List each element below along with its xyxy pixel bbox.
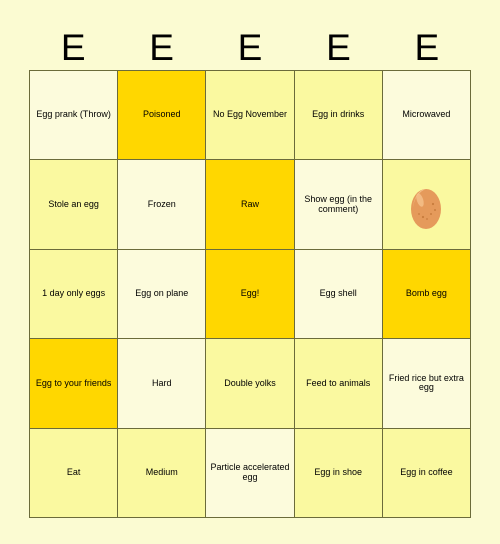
bingo-cell[interactable]: Eat: [30, 428, 119, 518]
bingo-cell-label: Medium: [145, 467, 178, 478]
bingo-cell[interactable]: [382, 160, 471, 250]
bingo-cell[interactable]: Frozen: [118, 160, 207, 250]
bingo-cell-label: Particle accelerated egg: [210, 462, 290, 482]
egg-icon: [384, 180, 469, 230]
bingo-cell[interactable]: Double yolks: [206, 339, 295, 429]
bingo-cell-label: Egg in coffee: [400, 467, 453, 478]
bingo-cell[interactable]: Egg in drinks: [294, 71, 383, 161]
bingo-cell[interactable]: Poisoned: [118, 71, 207, 161]
header-letter-4: E: [326, 26, 351, 68]
bingo-cell[interactable]: Hard: [118, 339, 207, 429]
bingo-cell-label: Raw: [240, 198, 259, 209]
bingo-cell-label: Egg prank (Throw): [36, 109, 111, 120]
bingo-cell[interactable]: Medium: [118, 428, 207, 518]
bingo-cell-label: Egg!: [240, 288, 260, 299]
bingo-cell[interactable]: Feed to animals: [294, 339, 383, 429]
bingo-cell-label: Stole an egg: [48, 198, 99, 209]
header-letter-2: E: [149, 26, 174, 68]
bingo-cell[interactable]: Egg on plane: [118, 249, 207, 340]
bingo-cell[interactable]: Microwaved: [382, 71, 471, 161]
bingo-cell-label: Hard: [152, 377, 172, 388]
bingo-cell-label: Egg in drinks: [312, 109, 365, 120]
bingo-cell-label: Double yolks: [224, 377, 276, 388]
bingo-grid: Egg prank (Throw) Poisoned No Egg November…: [29, 70, 471, 518]
bingo-cell-label: Egg to your friends: [35, 377, 112, 388]
bingo-cell[interactable]: Egg in shoe: [294, 428, 383, 518]
bingo-cell[interactable]: Stole an egg: [30, 160, 119, 250]
bingo-cell-label: Egg shell: [319, 288, 357, 299]
bingo-cell-label: Fried rice but extra egg: [388, 372, 464, 393]
bingo-cell[interactable]: Raw: [206, 160, 295, 250]
bingo-cell[interactable]: 1 day only eggs: [30, 249, 119, 340]
bingo-cell[interactable]: Egg prank (Throw): [30, 71, 119, 161]
bingo-header-letters: E E E E E: [29, 24, 471, 70]
bingo-cell[interactable]: Egg shell: [294, 249, 383, 340]
bingo-cell-label: No Egg November: [212, 109, 288, 120]
bingo-cell-label: Egg in shoe: [314, 467, 362, 478]
bingo-cell-label: Egg on plane: [135, 288, 189, 299]
bingo-cell[interactable]: No Egg November: [206, 71, 295, 161]
bingo-cell-label: Bomb egg: [405, 288, 447, 299]
header-letter-1: E: [60, 26, 86, 68]
bingo-cell-label: Frozen: [147, 198, 176, 209]
bingo-cell[interactable]: Bomb egg: [382, 249, 471, 340]
bingo-cell-label: Show egg (in the comment): [304, 194, 372, 214]
header-letter-3: E: [237, 26, 263, 68]
bingo-cell-label: Feed to animals: [306, 377, 371, 388]
bingo-cell[interactable]: Show egg (in the comment): [294, 160, 383, 250]
bingo-cell[interactable]: Egg!: [206, 249, 295, 340]
bingo-cell-label: Poisoned: [143, 109, 181, 120]
bingo-cell-label: 1 day only eggs: [42, 288, 106, 299]
bingo-cell-label: Microwaved: [402, 109, 451, 120]
bingo-board: E E E E E Egg prank (Throw) Poisoned No Eg…: [0, 0, 500, 544]
header-letter-5: E: [414, 26, 440, 68]
bingo-cell-label: Eat: [66, 467, 81, 478]
bingo-cell[interactable]: Fried rice but extra egg: [382, 339, 471, 429]
bingo-cell[interactable]: Egg in coffee: [382, 428, 471, 518]
bingo-cell[interactable]: Egg to your friends: [30, 339, 119, 429]
bingo-cell[interactable]: Particle accelerated egg: [206, 428, 295, 518]
